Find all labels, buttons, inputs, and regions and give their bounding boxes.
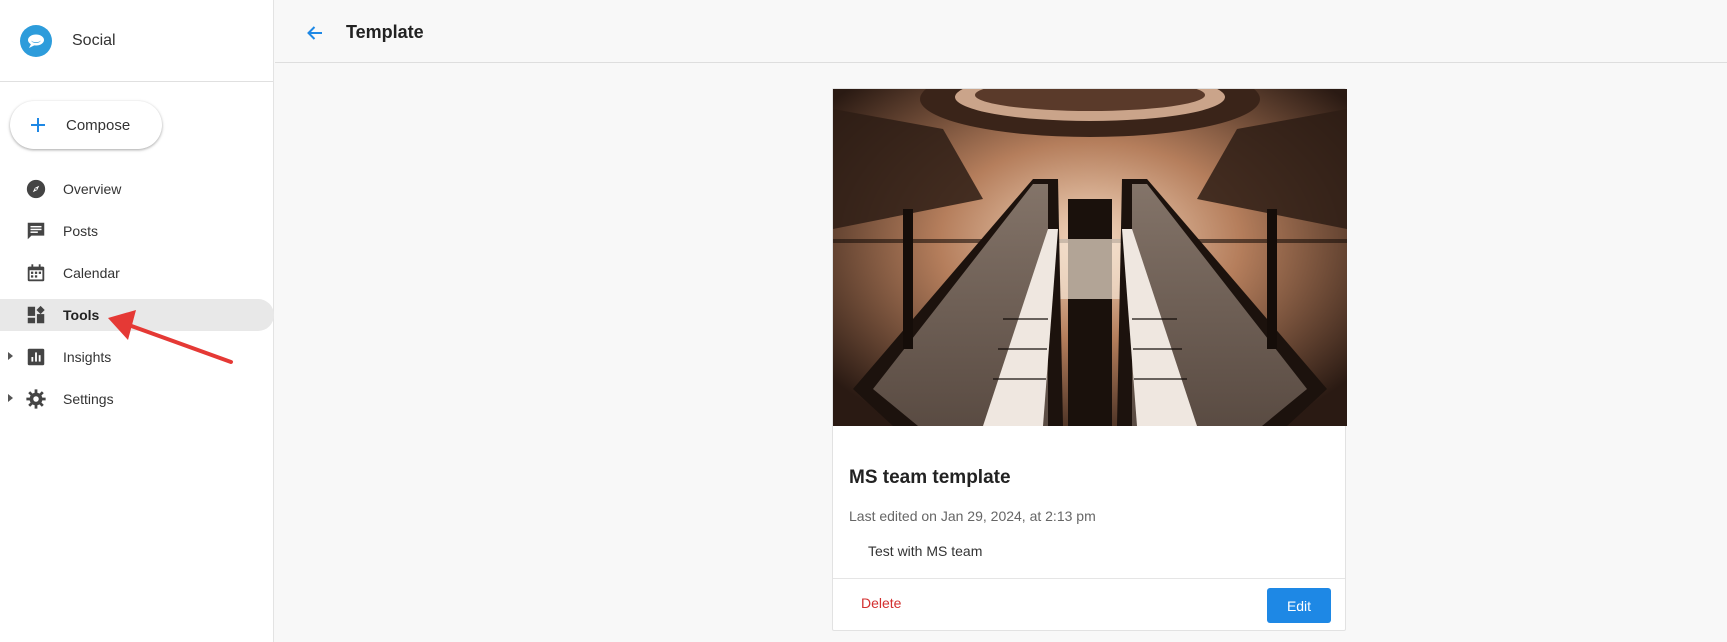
calendar-icon bbox=[24, 261, 48, 285]
sidebar-item-calendar[interactable]: Calendar bbox=[0, 257, 274, 289]
plus-icon bbox=[31, 118, 45, 132]
divider bbox=[833, 578, 1345, 579]
posts-icon bbox=[24, 219, 48, 243]
delete-button[interactable]: Delete bbox=[861, 595, 901, 611]
sidebar-item-label: Settings bbox=[63, 391, 114, 407]
sidebar-item-label: Tools bbox=[63, 307, 100, 323]
sidebar-nav: Overview Posts Calendar Tools Insights S… bbox=[0, 173, 274, 425]
template-title: MS team template bbox=[849, 467, 1011, 488]
compose-button[interactable]: Compose bbox=[10, 101, 162, 149]
app-name: Social bbox=[72, 31, 116, 49]
tools-icon bbox=[24, 303, 48, 327]
page-title: Template bbox=[346, 22, 424, 42]
last-edited-text: Last edited on Jan 29, 2024, at 2:13 pm bbox=[849, 508, 1096, 524]
escalator-mall-image bbox=[833, 89, 1347, 426]
template-body-text: Test with MS team bbox=[868, 543, 983, 559]
compose-label: Compose bbox=[66, 116, 131, 134]
page-header: Template bbox=[275, 3, 1727, 63]
expand-caret-icon[interactable] bbox=[8, 394, 13, 402]
compass-icon bbox=[24, 177, 48, 201]
social-logo-icon bbox=[20, 24, 52, 57]
gear-icon bbox=[24, 387, 48, 411]
sidebar-item-label: Calendar bbox=[63, 265, 120, 281]
sidebar-item-label: Posts bbox=[63, 223, 99, 239]
annotation-arrow-icon bbox=[108, 310, 233, 364]
edit-button[interactable]: Edit bbox=[1267, 588, 1331, 623]
back-arrow-icon[interactable] bbox=[303, 21, 327, 45]
brand-header: Social bbox=[0, 0, 273, 82]
insights-icon bbox=[24, 345, 48, 369]
template-card: MS team template Last edited on Jan 29, … bbox=[832, 88, 1347, 631]
sidebar-item-posts[interactable]: Posts bbox=[0, 215, 274, 247]
sidebar-item-overview[interactable]: Overview bbox=[0, 173, 274, 205]
sidebar-item-label: Overview bbox=[63, 181, 122, 197]
expand-caret-icon[interactable] bbox=[8, 352, 13, 360]
sidebar-item-settings[interactable]: Settings bbox=[0, 383, 274, 415]
